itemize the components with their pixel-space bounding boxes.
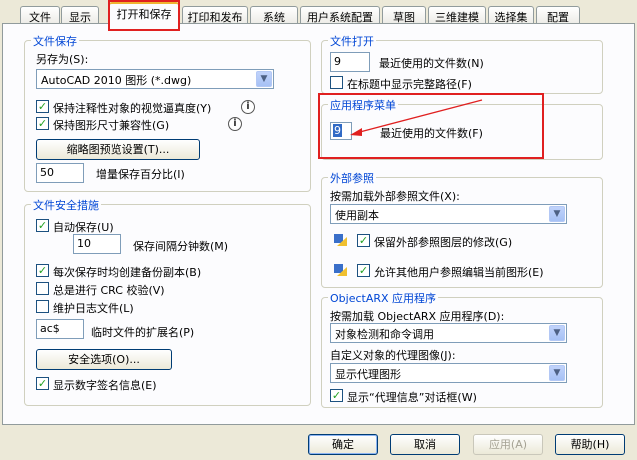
full-path-label: 在标题中显示完整路径(F): [347, 78, 472, 91]
group-title: ObjectARX 应用程序: [328, 290, 439, 306]
tab-files[interactable]: 文件: [20, 6, 60, 24]
drawing-size-checkbox[interactable]: ✓: [36, 117, 49, 130]
autosave-checkbox[interactable]: ✓: [36, 219, 49, 232]
group-title: 文件打开: [328, 33, 376, 49]
tab-system[interactable]: 系统: [250, 6, 298, 24]
tab-strip: 文件 显示 打开和保存 打印和发布 系统 用户系统配置 草图 三维建模 选择集 …: [0, 0, 637, 24]
autosave-minutes-input[interactable]: 10: [73, 234, 121, 254]
group-title: 外部参照: [328, 170, 376, 186]
cancel-button[interactable]: 取消: [390, 434, 460, 455]
arx-demand-select[interactable]: 对象检测和命令调用 ▼: [330, 323, 567, 343]
chevron-down-icon[interactable]: ▼: [549, 365, 565, 381]
tab-drafting[interactable]: 草图: [382, 6, 426, 24]
tab-selection[interactable]: 选择集: [488, 6, 534, 24]
digital-signature-checkbox[interactable]: ✓: [36, 377, 49, 390]
tab-profiles[interactable]: 配置: [536, 6, 580, 24]
incremental-save-label: 增量保存百分比(I): [96, 168, 185, 181]
drawing-size-label: 保持图形尺寸兼容性(G): [53, 119, 170, 132]
retain-xref-label: 保留外部参照图层的修改(G): [374, 236, 513, 249]
chevron-down-icon[interactable]: ▼: [549, 206, 565, 222]
annotative-label: 保持注释性对象的视觉逼真度(Y): [53, 102, 212, 115]
retain-xref-checkbox[interactable]: ✓: [357, 234, 370, 247]
backup-label: 每次保存时均创建备份副本(B): [53, 266, 202, 279]
annotative-checkbox[interactable]: ✓: [36, 100, 49, 113]
group-title: 文件安全措施: [31, 197, 101, 213]
tab-3d-modeling[interactable]: 三维建模: [428, 6, 486, 24]
recent-files-input[interactable]: 9: [330, 52, 370, 72]
chevron-down-icon[interactable]: ▼: [256, 71, 272, 87]
save-as-select[interactable]: AutoCAD 2010 图形 (*.dwg) ▼: [36, 69, 274, 89]
xref-layer-icon: [334, 234, 347, 246]
save-as-label: 另存为(S):: [36, 53, 89, 66]
info-icon: i: [241, 100, 255, 114]
tab-display[interactable]: 显示: [61, 6, 99, 24]
incremental-save-input[interactable]: 50: [36, 163, 84, 183]
autosave-label: 自动保存(U): [53, 221, 114, 234]
ok-button[interactable]: 确定: [308, 434, 378, 455]
thumbnail-settings-button[interactable]: 缩略图预览设置(T)...: [36, 139, 200, 160]
crc-label: 总是进行 CRC 校验(V): [53, 284, 165, 297]
proxy-image-label: 自定义对象的代理图像(J):: [330, 349, 456, 362]
temp-ext-input[interactable]: ac$: [36, 319, 84, 339]
group-title: 文件保存: [31, 33, 79, 49]
allow-edit-checkbox[interactable]: ✓: [357, 264, 370, 277]
arx-demand-label: 按需加载 ObjectARX 应用程序(D):: [330, 310, 505, 323]
proxy-image-value: 显示代理图形: [335, 368, 401, 381]
autosave-minutes-label: 保存间隔分钟数(M): [133, 240, 229, 253]
proxy-dialog-label: 显示“代理信息”对话框(W): [347, 391, 477, 404]
log-file-label: 维护日志文件(L): [53, 302, 134, 315]
full-path-checkbox[interactable]: [330, 76, 343, 89]
proxy-dialog-checkbox[interactable]: ✓: [330, 389, 343, 402]
temp-ext-label: 临时文件的扩展名(P): [91, 326, 195, 339]
save-as-value: AutoCAD 2010 图形 (*.dwg): [41, 74, 192, 87]
digital-signature-label: 显示数字签名信息(E): [53, 379, 157, 392]
allow-edit-label: 允许其他用户参照编辑当前图形(E): [374, 266, 544, 279]
proxy-image-select[interactable]: 显示代理图形 ▼: [330, 363, 567, 383]
arx-demand-value: 对象检测和命令调用: [335, 328, 434, 341]
crc-checkbox[interactable]: [36, 282, 49, 295]
chevron-down-icon[interactable]: ▼: [549, 325, 565, 341]
tab-user-preferences[interactable]: 用户系统配置: [300, 6, 380, 24]
xref-demand-value: 使用副本: [335, 209, 379, 222]
recent-files-label: 最近使用的文件数(N): [379, 57, 484, 70]
info-icon: i: [228, 117, 242, 131]
annotation-arrow: [350, 99, 483, 136]
apply-button[interactable]: 应用(A): [473, 434, 543, 455]
backup-checkbox[interactable]: ✓: [36, 264, 49, 277]
tab-plot-and-publish[interactable]: 打印和发布: [182, 6, 248, 24]
log-file-checkbox[interactable]: [36, 300, 49, 313]
annotation-box-tab: [108, 0, 180, 31]
xref-edit-icon: [334, 264, 347, 276]
security-options-button[interactable]: 安全选项(O)...: [36, 349, 172, 370]
xref-demand-select[interactable]: 使用副本 ▼: [330, 204, 567, 224]
xref-demand-label: 按需加载外部参照文件(X):: [330, 190, 460, 203]
help-button[interactable]: 帮助(H): [555, 434, 625, 455]
